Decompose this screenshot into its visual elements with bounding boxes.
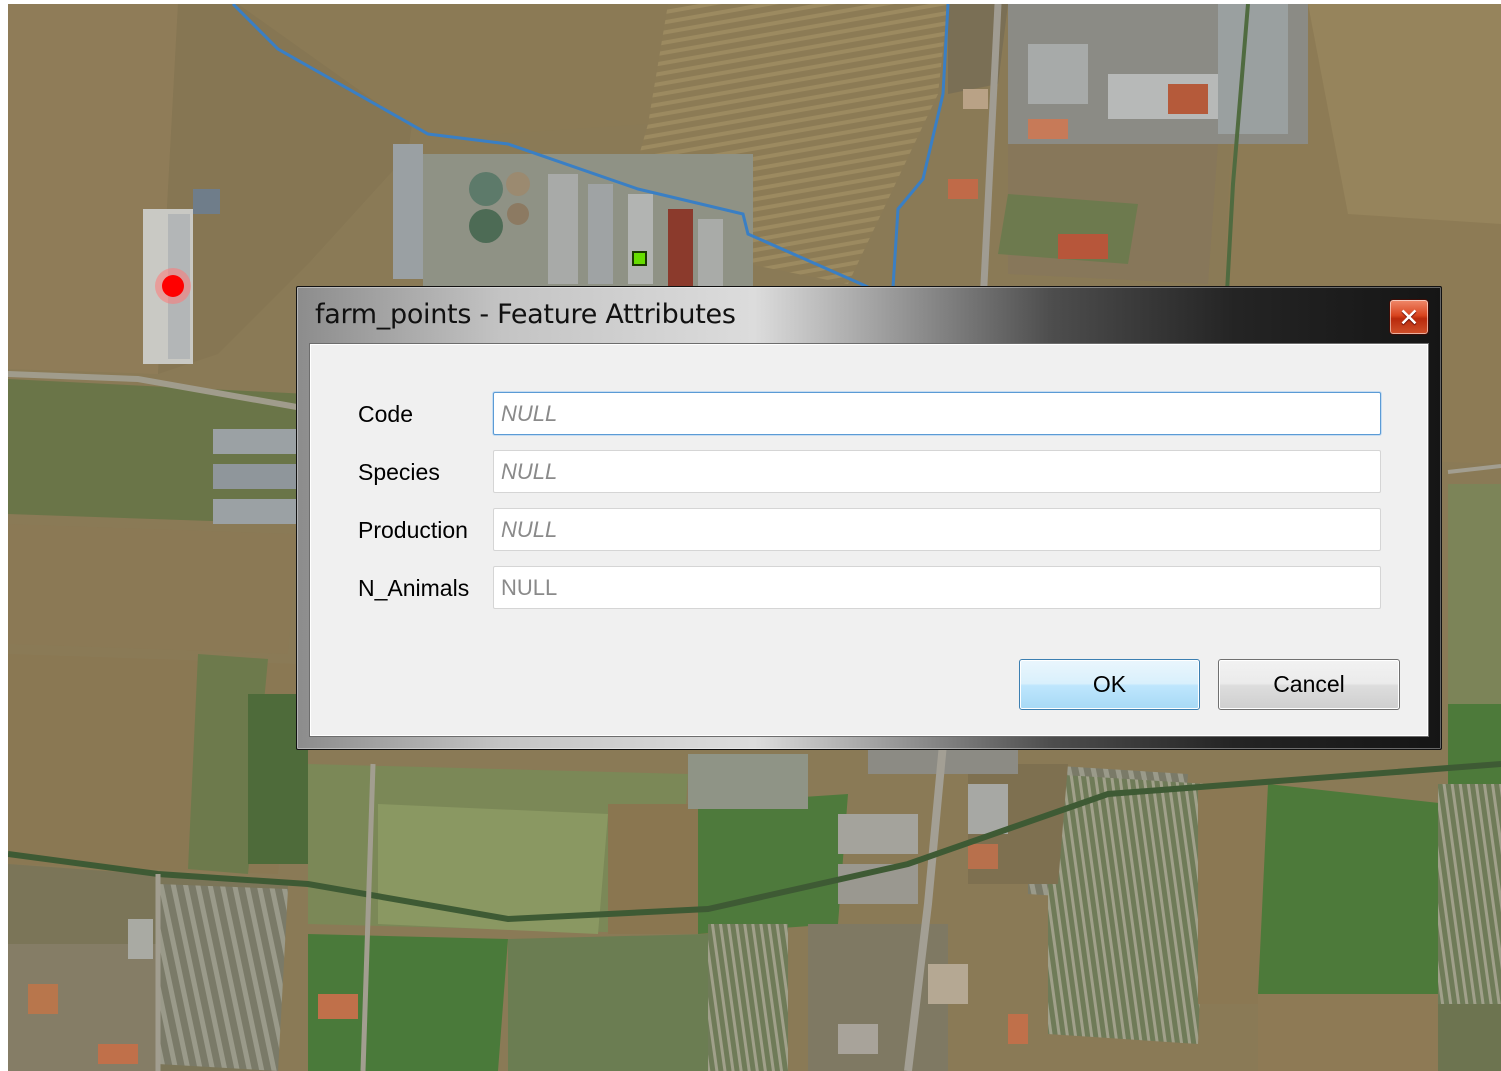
vertex-marker[interactable] (632, 251, 647, 266)
field-row-production: Production (310, 508, 1428, 552)
code-input[interactable] (493, 392, 1381, 435)
dialog-title: farm_points - Feature Attributes (315, 299, 736, 330)
species-label: Species (358, 459, 440, 485)
field-row-species: Species (310, 450, 1428, 494)
field-row-code: Code (310, 392, 1428, 436)
code-label: Code (358, 401, 413, 427)
ok-button[interactable]: OK (1019, 659, 1200, 710)
production-label: Production (358, 517, 468, 543)
n-animals-label: N_Animals (358, 575, 470, 601)
point-marker-icon (162, 275, 184, 297)
species-input[interactable] (493, 450, 1381, 493)
field-row-n-animals: N_Animals (310, 566, 1428, 610)
n-animals-input[interactable] (493, 566, 1381, 609)
feature-attributes-dialog: farm_points - Feature Attributes ✕ Code … (296, 286, 1442, 750)
production-input[interactable] (493, 508, 1381, 551)
close-icon: ✕ (1398, 302, 1420, 332)
close-button[interactable]: ✕ (1389, 299, 1429, 335)
selected-point-marker[interactable] (155, 268, 191, 304)
cancel-button[interactable]: Cancel (1218, 659, 1400, 710)
dialog-body: Code Species Production N_Animals OK Can… (309, 343, 1429, 737)
